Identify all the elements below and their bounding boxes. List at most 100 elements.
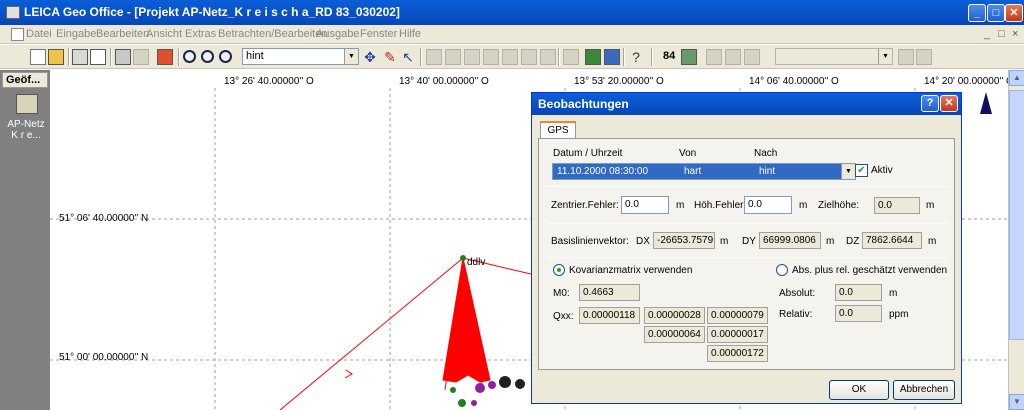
zoom-out-icon[interactable] bbox=[201, 50, 214, 63]
document-icon[interactable] bbox=[11, 28, 24, 41]
dx-label: DX bbox=[636, 236, 650, 247]
adjust-icon[interactable] bbox=[604, 49, 620, 65]
project-panel-header[interactable]: Geöf... bbox=[2, 72, 48, 88]
vertical-scrollbar[interactable]: ▲ ▼ bbox=[1008, 70, 1024, 410]
menu-bearbeiten[interactable]: Bearbeiten bbox=[96, 28, 149, 40]
point-combo[interactable]: hint ▼ bbox=[242, 48, 359, 65]
mdi-close-button[interactable]: × bbox=[1012, 28, 1018, 40]
new-icon[interactable] bbox=[30, 49, 46, 65]
point-label: ddlv bbox=[467, 257, 486, 268]
combo-dropdown-arrow-icon[interactable]: ▼ bbox=[344, 49, 358, 64]
menu-betrachten-bearbeiten[interactable]: Betrachten/Bearbeiten bbox=[218, 28, 327, 40]
hoeh-label: Höh.Fehler: bbox=[694, 200, 747, 211]
menu-ausgabe[interactable]: Ausgabe bbox=[316, 28, 359, 40]
kovarianz-label: Kovarianzmatrix verwenden bbox=[569, 265, 693, 276]
relativ-label: Relativ: bbox=[779, 309, 813, 320]
dy-label: DY bbox=[742, 236, 756, 247]
selected-datum: 11.10.2000 08:30:00 bbox=[557, 166, 649, 177]
lon-label: 14° 20' 00.00000'' O bbox=[924, 76, 1014, 87]
menu-extras[interactable]: Extras bbox=[185, 28, 216, 40]
observation-select[interactable]: 11.10.2000 08:30:00 hart hint ▼ bbox=[552, 163, 856, 180]
absolut-label: Absolut: bbox=[779, 288, 816, 299]
select-icon[interactable]: ↖ bbox=[400, 49, 416, 65]
column-header-nach: Nach bbox=[754, 148, 778, 159]
baseline-line bbox=[279, 257, 464, 410]
hoeh-input[interactable]: 0.0 bbox=[744, 196, 792, 214]
zoom-in-icon[interactable] bbox=[183, 50, 196, 63]
disabled-tool-icon[interactable] bbox=[445, 49, 461, 65]
kovarianz-radio[interactable] bbox=[553, 264, 565, 276]
cluster-point bbox=[499, 376, 511, 388]
window-title: LEICA Geo Office - [Projekt AP-Netz_K r … bbox=[24, 5, 400, 19]
menu-eingabe[interactable]: Eingabe bbox=[56, 28, 96, 40]
disabled-tool-icon[interactable] bbox=[521, 49, 537, 65]
qxx-value: 0.00000172 bbox=[707, 345, 768, 362]
gps-tab-panel: Datum / Uhrzeit Von Nach 11.10.2000 08:3… bbox=[538, 138, 955, 370]
disabled-tool-icon[interactable] bbox=[540, 49, 556, 65]
disabled-tool-icon[interactable] bbox=[464, 49, 480, 65]
globe-icon[interactable] bbox=[725, 49, 741, 65]
project-label[interactable]: AP-Netz K r e... bbox=[4, 119, 48, 141]
scroll-thumb[interactable] bbox=[1009, 90, 1024, 340]
basislinie-label: Basislinienvektor: bbox=[551, 236, 629, 247]
ziel-value: 0.0 bbox=[874, 197, 920, 214]
zentrier-input[interactable]: 0.0 bbox=[621, 196, 669, 214]
disabled-tool-icon[interactable] bbox=[426, 49, 442, 65]
toolbar-separator bbox=[651, 48, 653, 66]
mdi-restore-button[interactable]: □ bbox=[998, 28, 1005, 40]
coordinate-system-icon[interactable] bbox=[681, 49, 697, 65]
disabled-combo[interactable]: ▼ bbox=[775, 48, 893, 65]
measure-icon[interactable]: ✎ bbox=[382, 49, 398, 65]
mdi-minimize-button[interactable]: _ bbox=[984, 28, 990, 40]
divider bbox=[547, 223, 947, 224]
qxx-value: 0.00000028 bbox=[644, 307, 705, 324]
toolbar-separator bbox=[68, 48, 70, 66]
zentrier-label: Zentrier.Fehler: bbox=[551, 200, 619, 211]
north-arrow-icon bbox=[980, 92, 992, 114]
toolbar-separator bbox=[420, 48, 422, 66]
dialog-help-button[interactable]: ? bbox=[921, 95, 939, 112]
scroll-down-icon[interactable]: ▼ bbox=[1009, 394, 1024, 410]
menu-ansicht[interactable]: Ansicht bbox=[146, 28, 182, 40]
disabled-tool-icon[interactable] bbox=[483, 49, 499, 65]
minimize-button[interactable]: _ bbox=[968, 4, 986, 22]
project-icon[interactable] bbox=[16, 94, 38, 114]
scroll-up-icon[interactable]: ▲ bbox=[1009, 70, 1024, 86]
app-icon[interactable] bbox=[6, 6, 20, 19]
observation-fan bbox=[442, 257, 491, 383]
ok-button[interactable]: OK bbox=[829, 380, 889, 400]
print-preview-icon[interactable] bbox=[90, 49, 106, 65]
open-folder-icon[interactable] bbox=[48, 49, 64, 65]
print-icon[interactable] bbox=[72, 49, 88, 65]
abs-rel-radio[interactable] bbox=[776, 264, 788, 276]
close-button[interactable]: ✕ bbox=[1005, 4, 1023, 22]
beobachtungen-dialog: Beobachtungen ? ✕ GPS Datum / Uhrzeit Vo… bbox=[531, 92, 962, 404]
menu-fenster[interactable]: Fenster bbox=[360, 28, 397, 40]
lat-label: 51° 00' 00.00000'' N bbox=[59, 352, 149, 363]
paste-icon[interactable] bbox=[133, 49, 149, 65]
m0-label: M0: bbox=[553, 288, 570, 299]
dialog-close-button[interactable]: ✕ bbox=[940, 95, 958, 112]
tab-gps[interactable]: GPS bbox=[540, 121, 576, 139]
disabled-tool-icon[interactable] bbox=[898, 49, 914, 65]
help-pointer-icon[interactable]: ? bbox=[628, 49, 644, 65]
abbrechen-button[interactable]: Abbrechen bbox=[893, 380, 955, 400]
aktiv-checkbox[interactable]: ✔ bbox=[855, 164, 868, 177]
network-icon[interactable] bbox=[585, 49, 601, 65]
maximize-button[interactable]: □ bbox=[987, 4, 1005, 22]
menu-datei[interactable]: Datei bbox=[26, 28, 52, 40]
copy-icon[interactable] bbox=[115, 49, 131, 65]
combo-dropdown-arrow-icon[interactable]: ▼ bbox=[878, 49, 892, 64]
balance-icon[interactable] bbox=[563, 49, 579, 65]
import-icon[interactable] bbox=[157, 49, 173, 65]
disabled-tool-icon[interactable] bbox=[706, 49, 722, 65]
crosshair-icon[interactable]: ✥ bbox=[362, 49, 378, 65]
disabled-tool-icon[interactable] bbox=[916, 49, 932, 65]
grid-icon[interactable] bbox=[744, 49, 760, 65]
zoom-window-icon[interactable] bbox=[219, 50, 232, 63]
disabled-tool-icon[interactable] bbox=[502, 49, 518, 65]
menu-hilfe[interactable]: Hilfe bbox=[399, 28, 421, 40]
observation-dropdown-arrow-icon[interactable]: ▼ bbox=[841, 163, 856, 180]
dialog-title: Beobachtungen bbox=[532, 93, 961, 115]
column-header-datum: Datum / Uhrzeit bbox=[553, 148, 623, 159]
